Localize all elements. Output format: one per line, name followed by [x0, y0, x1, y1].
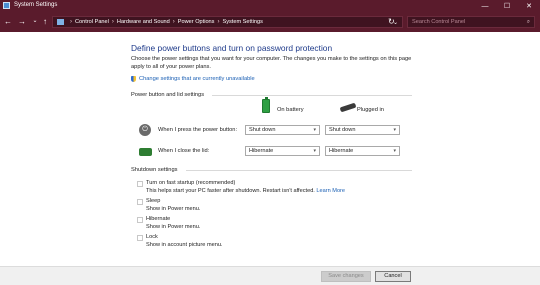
change-settings-label: Change settings that are currently unava…: [139, 76, 255, 82]
sleep-checkbox[interactable]: [137, 199, 143, 205]
navigation-bar: ← → ⌄ ↑ › Control Panel › Hardware and S…: [0, 12, 540, 32]
page-description: Choose the power settings that you want …: [131, 56, 412, 70]
power-button-battery-select[interactable]: Shut down ▾: [245, 125, 320, 135]
learn-more-link[interactable]: Learn More: [316, 188, 345, 194]
window-controls: — ☐ ✕: [474, 0, 540, 12]
lock-checkbox-row[interactable]: Lock: [137, 234, 158, 241]
control-panel-icon: [57, 19, 64, 25]
lid-plugged-select[interactable]: Hibernate ▾: [325, 146, 400, 156]
admin-shield-icon: [131, 76, 136, 82]
section-divider: [212, 95, 412, 96]
selected-value: Hibernate: [249, 148, 274, 154]
close-lid-label: When I close the lid:: [158, 148, 210, 154]
chevron-down-icon: ▾: [313, 127, 316, 133]
close-button[interactable]: ✕: [518, 0, 540, 12]
window-title: System Settings: [14, 2, 58, 8]
section-divider: [186, 170, 412, 171]
cancel-button[interactable]: Cancel: [375, 271, 411, 282]
laptop-lid-icon: [139, 148, 152, 156]
power-button-icon: ⏻: [139, 124, 151, 136]
chevron-down-icon: ▾: [313, 148, 316, 154]
hibernate-checkbox-row[interactable]: Hibernate: [137, 216, 170, 223]
footer-bar: Save changes Cancel: [0, 266, 540, 285]
plug-icon: [339, 102, 357, 113]
selected-value: Hibernate: [329, 148, 354, 154]
breadcrumb-power-options[interactable]: Power Options: [178, 19, 215, 25]
lid-battery-select[interactable]: Hibernate ▾: [245, 146, 320, 156]
hibernate-description: Show in Power menu.: [146, 224, 201, 230]
fast-startup-note: This helps start your PC faster after sh…: [146, 188, 315, 194]
breadcrumb-separator: ›: [70, 19, 72, 25]
page-title: Define power buttons and turn on passwor…: [131, 43, 333, 53]
fast-startup-checkbox[interactable]: [137, 181, 143, 187]
shutdown-section-label: Shutdown settings: [131, 167, 178, 173]
hibernate-label: Hibernate: [146, 216, 171, 222]
search-placeholder: Search Control Panel: [412, 19, 466, 25]
sleep-checkbox-row[interactable]: Sleep: [137, 198, 160, 205]
back-arrow-icon[interactable]: ←: [3, 16, 13, 27]
breadcrumb-hardware-and-sound[interactable]: Hardware and Sound: [117, 19, 170, 25]
breadcrumb-separator: ›: [111, 19, 114, 25]
search-icon: ⌕: [526, 19, 530, 25]
breadcrumb-control-panel[interactable]: Control Panel: [75, 19, 109, 25]
power-button-plugged-select[interactable]: Shut down ▾: [325, 125, 400, 135]
hibernate-checkbox[interactable]: [137, 217, 143, 223]
control-panel-icon: [3, 2, 10, 9]
lock-checkbox[interactable]: [137, 235, 143, 241]
maximize-button[interactable]: ☐: [496, 0, 518, 12]
change-unavailable-settings-link[interactable]: Change settings that are currently unava…: [131, 76, 255, 82]
fast-startup-checkbox-row[interactable]: Turn on fast startup (recommended): [137, 180, 235, 187]
selected-value: Shut down: [329, 127, 356, 133]
breadcrumb-separator: ›: [172, 19, 175, 25]
sleep-description: Show in Power menu.: [146, 206, 201, 212]
lock-description: Show in account picture menu.: [146, 242, 223, 248]
search-input[interactable]: Search Control Panel ⌕: [407, 16, 535, 28]
title-bar: System Settings — ☐ ✕: [0, 0, 540, 12]
forward-arrow-icon[interactable]: →: [17, 16, 27, 27]
refresh-icon[interactable]: ↻: [388, 17, 395, 27]
battery-icon: [262, 97, 270, 113]
chevron-down-icon: ▾: [393, 148, 396, 154]
recent-locations-icon[interactable]: ⌄: [30, 16, 40, 27]
sleep-label: Sleep: [146, 198, 161, 204]
main-content: Define power buttons and turn on passwor…: [0, 32, 540, 266]
selected-value: Shut down: [249, 127, 276, 133]
breadcrumb-separator: ›: [217, 19, 220, 25]
chevron-down-icon: ▾: [393, 127, 396, 133]
power-button-label: When I press the power button:: [158, 127, 238, 133]
up-arrow-icon[interactable]: ↑: [40, 16, 50, 27]
fast-startup-label: Turn on fast startup (recommended): [146, 180, 236, 186]
minimize-button[interactable]: —: [474, 0, 496, 12]
lock-label: Lock: [146, 234, 158, 240]
power-section-label: Power button and lid settings: [131, 92, 205, 98]
fast-startup-description: This helps start your PC faster after sh…: [146, 188, 345, 194]
plugged-in-header: Plugged in: [357, 107, 384, 113]
on-battery-header: On battery: [277, 107, 304, 113]
save-changes-button[interactable]: Save changes: [321, 271, 371, 282]
address-bar[interactable]: › Control Panel › Hardware and Sound › P…: [52, 16, 403, 28]
breadcrumb-system-settings[interactable]: System Settings: [222, 19, 262, 25]
